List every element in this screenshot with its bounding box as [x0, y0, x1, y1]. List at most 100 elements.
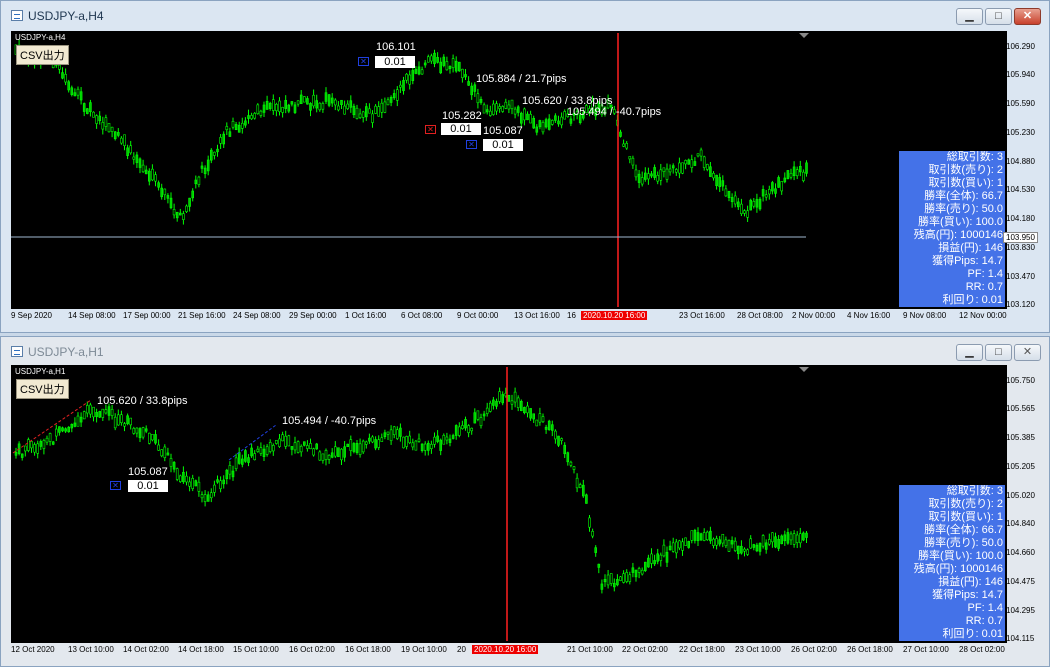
candle-body [293, 104, 297, 113]
candle-body [210, 149, 213, 161]
candle-body [501, 106, 505, 112]
sell-marker-icon[interactable]: ✕ [425, 125, 436, 134]
price-tick: 104.840 [1006, 519, 1035, 528]
candle-body [315, 443, 319, 450]
chart-window-icon [11, 10, 23, 21]
candle-body [780, 535, 784, 545]
candle-body [492, 103, 495, 115]
candle-body [690, 530, 694, 541]
candle-body [324, 450, 328, 460]
candle-body [287, 104, 291, 112]
candle-body [495, 103, 498, 112]
maximize-button[interactable]: □ [985, 344, 1012, 361]
time-tick: 6 Oct 08:00 [401, 311, 443, 320]
candle-body [58, 64, 61, 70]
csv-export-button[interactable]: CSV出力 [16, 45, 69, 65]
close-button[interactable]: ✕ [1014, 344, 1041, 361]
candle-body [643, 172, 647, 180]
lot-box[interactable]: 0.01 [128, 480, 168, 492]
price-tick: 105.565 [1006, 404, 1035, 413]
chart-shift-icon[interactable] [799, 33, 809, 38]
candle-body [275, 439, 278, 444]
candle-body [563, 444, 567, 455]
stat-buy-trades: 取引数(買い): 1 [928, 177, 1003, 189]
lot-box[interactable]: 0.01 [483, 139, 523, 151]
candle-body [216, 148, 219, 153]
candle-body [665, 168, 669, 180]
entry-price-label: 105.087 [128, 466, 168, 478]
time-tick: 13 Oct 10:00 [68, 645, 114, 654]
candle-body [433, 52, 436, 65]
candle-body [699, 533, 703, 541]
time-tick: 16 Oct 18:00 [345, 645, 391, 654]
stat-total-trades: 総取引数: 3 [946, 151, 1003, 163]
candle-body [674, 541, 678, 554]
titlebar[interactable]: USDJPY-a,H4 ▁ □ ✕ [1, 1, 1049, 31]
candle-body [764, 542, 768, 550]
candle-body [721, 180, 725, 187]
candle-body [70, 87, 74, 95]
candle-body [58, 426, 61, 433]
stat-profit: 損益(円): 146 [938, 576, 1003, 588]
lot-box[interactable]: 0.01 [441, 123, 481, 135]
buy-marker-icon[interactable]: ✕ [466, 140, 477, 149]
candle-body [82, 103, 86, 112]
candle-body [510, 99, 514, 110]
candle-body [433, 436, 436, 445]
buy-marker-icon[interactable]: ✕ [358, 57, 369, 66]
csv-export-button[interactable]: CSV出力 [16, 379, 69, 399]
candle-body [414, 68, 418, 74]
candle-body [237, 124, 241, 133]
stat-pips: 獲得Pips: 14.7 [932, 255, 1003, 267]
candle-body [361, 111, 365, 118]
candle-body [259, 447, 263, 454]
candle-body [86, 405, 89, 414]
candle-body [786, 170, 790, 180]
candle-body [507, 395, 511, 402]
candle-body [451, 58, 455, 68]
candle-body [659, 554, 663, 561]
candle-body [216, 479, 219, 483]
candle-body [526, 113, 529, 121]
candle-body [473, 84, 477, 92]
buy-marker-icon[interactable]: ✕ [110, 481, 121, 490]
candle-body [541, 416, 545, 423]
candle-body [169, 458, 173, 467]
candle-body [445, 436, 449, 441]
price-tick: 104.115 [1006, 634, 1035, 643]
window-usdjpy-h1[interactable]: USDJPY-a,H1 ▁ □ ✕ USDJPY-a,H1 CSV出力 105.… [0, 336, 1050, 667]
candle-body [126, 147, 129, 156]
candle-body [749, 538, 753, 549]
candle-body [671, 165, 675, 169]
candle-body [681, 541, 684, 551]
minimize-button[interactable]: ▁ [956, 344, 983, 361]
candle-body [526, 405, 529, 414]
lot-box[interactable]: 0.01 [375, 56, 415, 68]
titlebar[interactable]: USDJPY-a,H1 ▁ □ ✕ [1, 337, 1049, 367]
candle-body [544, 426, 548, 430]
candle-body [718, 177, 722, 188]
candle-body [585, 494, 588, 504]
price-chart-h4[interactable]: USDJPY-a,H4 CSV出力 106.101 ✕ 0.01 105.884… [11, 31, 1007, 309]
minimize-button[interactable]: ▁ [956, 8, 983, 25]
candle-body [30, 441, 33, 449]
candle-body [135, 427, 139, 434]
candle-body [798, 165, 802, 173]
window-usdjpy-h4[interactable]: USDJPY-a,H4 ▁ □ ✕ USDJPY-a,H4 CSV出力 106.… [0, 0, 1050, 333]
time-tick: 4 Nov 16:00 [847, 311, 891, 320]
candle-body [578, 484, 582, 488]
candle-body [408, 74, 412, 85]
chart-shift-icon[interactable] [799, 367, 809, 372]
candle-body [389, 96, 393, 103]
candle-body [89, 404, 92, 415]
maximize-button[interactable]: □ [985, 8, 1012, 25]
price-chart-h1[interactable]: USDJPY-a,H1 CSV出力 105.620 / 33.8pips 105… [11, 365, 1007, 643]
candle-body [346, 103, 350, 109]
candle-body [399, 84, 402, 88]
candle-body [612, 582, 616, 588]
candle-body [160, 187, 163, 198]
close-button[interactable]: ✕ [1014, 8, 1041, 25]
candle-body [622, 573, 625, 583]
candle-body [609, 573, 613, 584]
candle-body [290, 101, 294, 105]
